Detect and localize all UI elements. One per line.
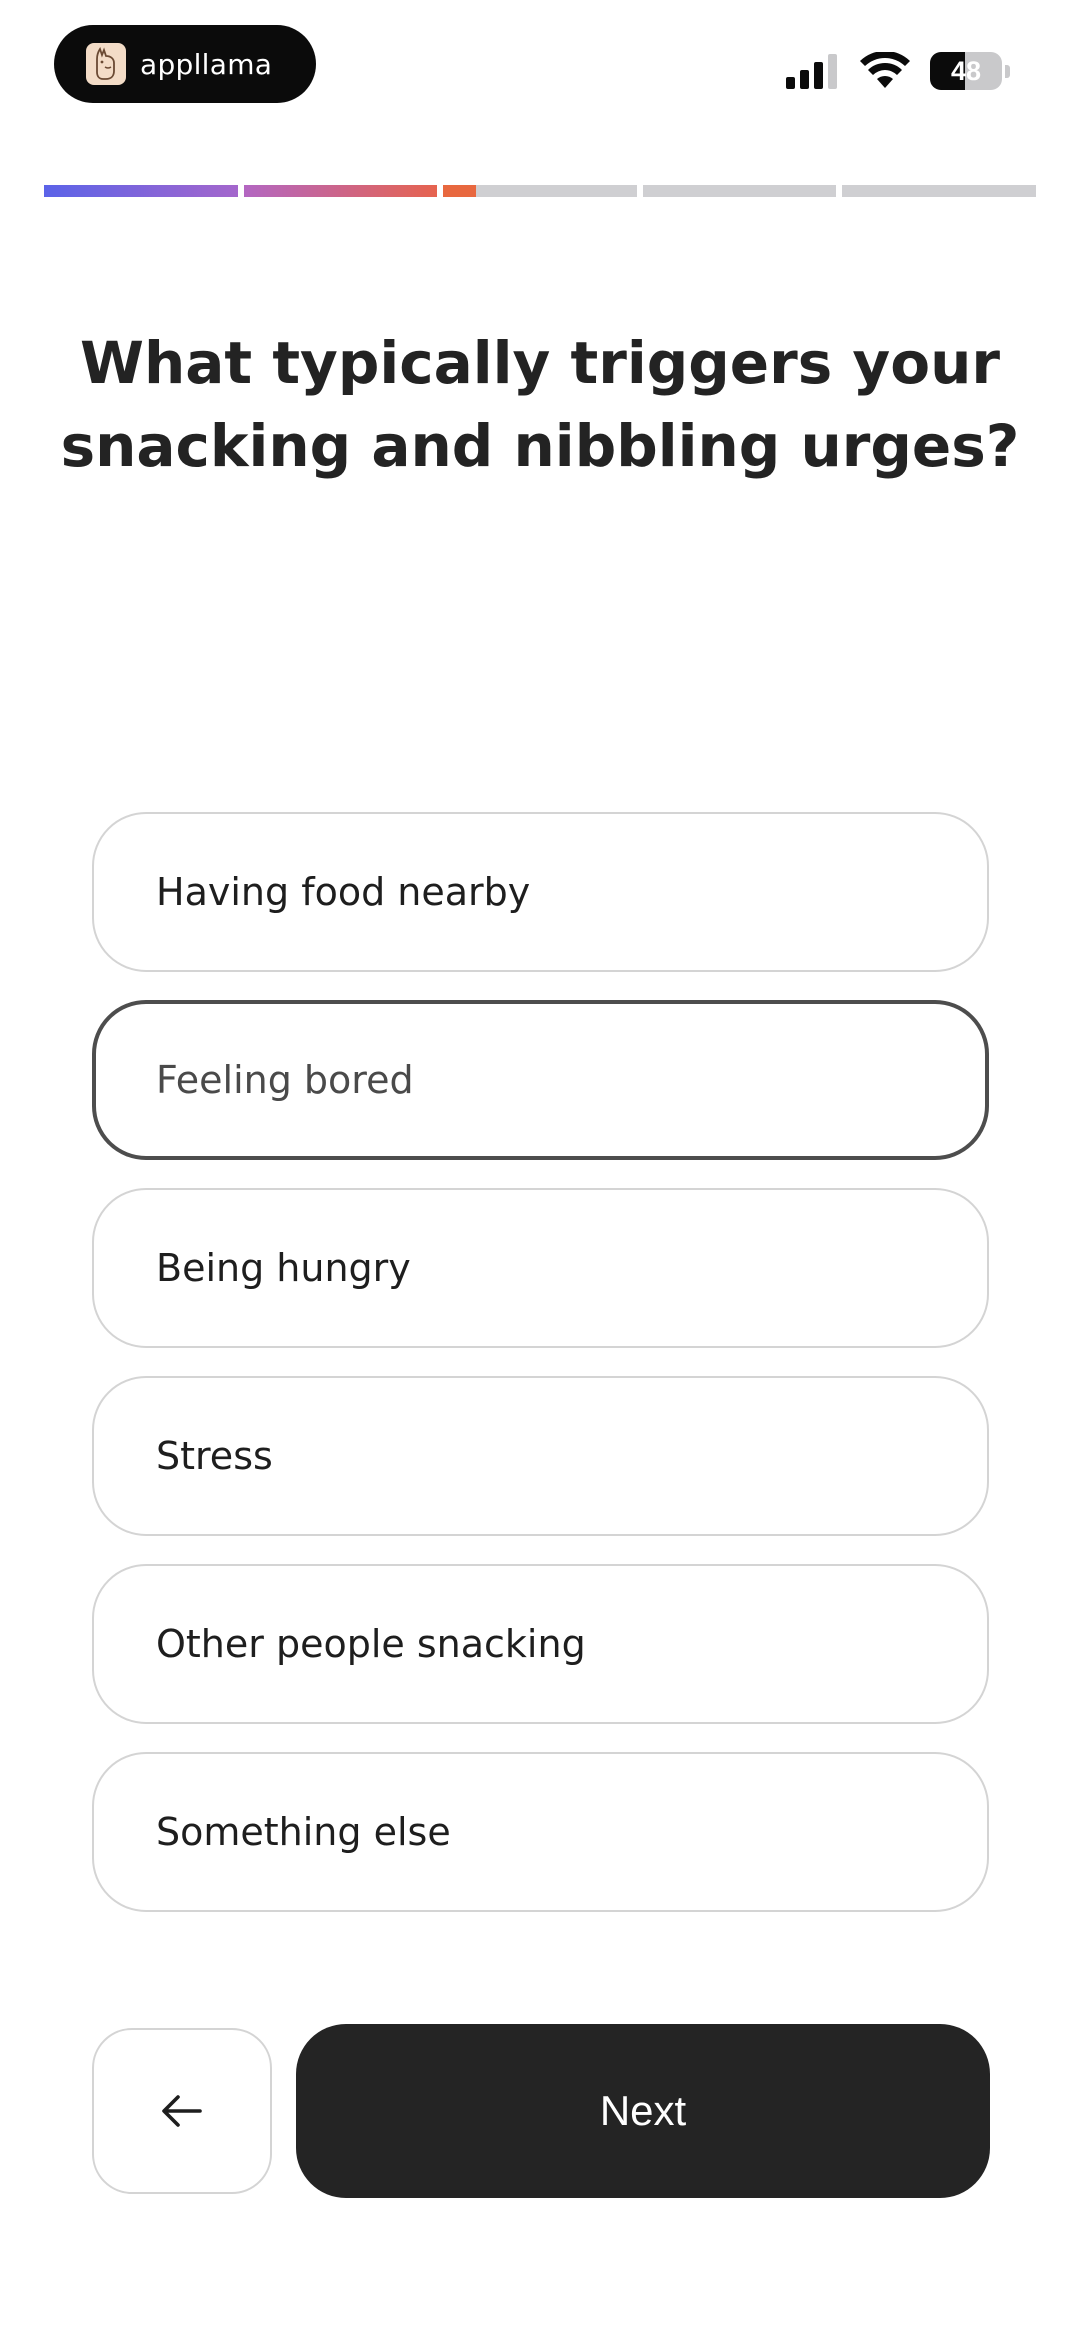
answer-option[interactable]: Being hungry: [92, 1188, 989, 1348]
arrow-left-icon: [162, 2095, 202, 2127]
answer-options-list: Having food nearby Feeling bored Being hun…: [92, 812, 989, 1940]
answer-option-label: Having food nearby: [156, 870, 531, 914]
app-name: appllama: [140, 47, 273, 81]
llama-logo-icon: [86, 43, 126, 85]
progress-segment: [443, 185, 637, 197]
answer-option[interactable]: Other people snacking: [92, 1564, 989, 1724]
wifi-icon: [860, 52, 910, 88]
next-button[interactable]: Next: [296, 2024, 990, 2198]
battery-cap: [1005, 64, 1010, 78]
battery-indicator: 48: [930, 52, 1010, 90]
progress-segment: [842, 185, 1036, 197]
progress-segment: [642, 185, 837, 197]
progress-segment-fill: [243, 185, 438, 197]
answer-option[interactable]: Having food nearby: [92, 812, 989, 972]
battery-icon: 48: [930, 52, 1002, 90]
answer-option-label: Other people snacking: [156, 1622, 586, 1666]
battery-level-text: 48: [950, 55, 982, 86]
progress-segment-fill: [44, 185, 238, 197]
back-button[interactable]: [92, 2028, 272, 2194]
app-indicator-pill[interactable]: appllama: [54, 25, 316, 103]
answer-option-label: Stress: [156, 1434, 273, 1478]
answer-option[interactable]: Something else: [92, 1752, 989, 1912]
status-icons: 48: [786, 50, 1010, 92]
answer-option-label: Being hungry: [156, 1246, 411, 1290]
question-title: What typically triggers your snacking an…: [60, 329, 1020, 480]
progress-segment: [243, 185, 438, 197]
progress-segment-fill: [443, 185, 477, 197]
progress-segment: [44, 185, 238, 197]
answer-option[interactable]: Stress: [92, 1376, 989, 1536]
answer-option-label: Something else: [156, 1810, 451, 1854]
quiz-progress-bar: [44, 185, 1036, 197]
signal-icon: [786, 54, 837, 89]
answer-option-label: Feeling bored: [156, 1058, 414, 1102]
quiz-screen: appllama 48 What typically triggers your…: [0, 0, 1080, 2336]
answer-option[interactable]: Feeling bored: [92, 1000, 989, 1160]
